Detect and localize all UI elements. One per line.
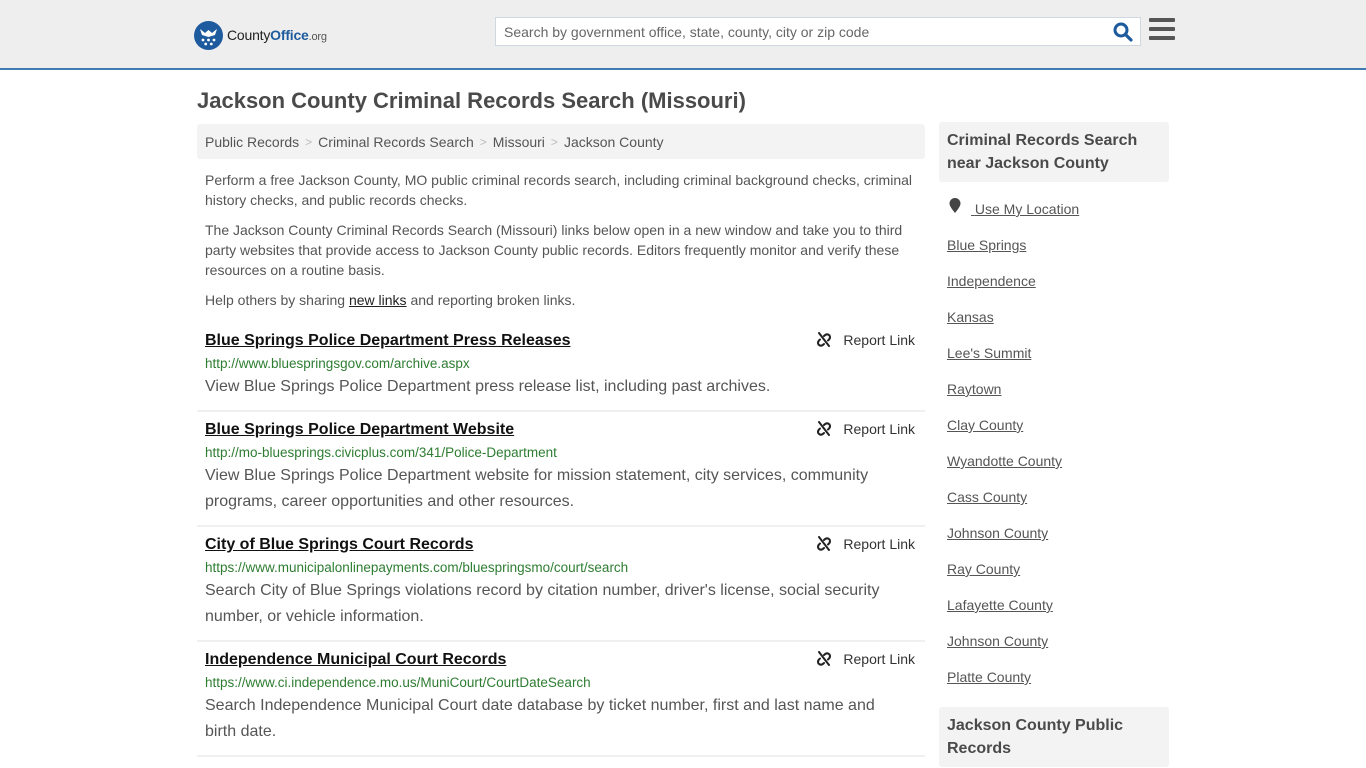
- nearby-link-lafayette-county[interactable]: Lafayette County: [947, 595, 1161, 615]
- result-item: Blue Springs Police Department Website h…: [197, 412, 925, 527]
- broken-link-icon: [817, 536, 832, 551]
- search-input[interactable]: [496, 18, 1106, 45]
- menu-icon-bar: [1149, 18, 1175, 22]
- nearby-link-johnson-county[interactable]: Johnson County: [947, 523, 1161, 543]
- nearby-link-johnson-county[interactable]: Johnson County: [947, 631, 1161, 651]
- sidebar: Criminal Records Search near Jackson Cou…: [939, 122, 1169, 767]
- breadcrumb-criminal-records-search[interactable]: Criminal Records Search: [318, 134, 474, 150]
- breadcrumb-separator-icon: >: [305, 134, 313, 149]
- nearby-link-independence[interactable]: Independence: [947, 271, 1161, 291]
- nearby-link-wyandotte-county[interactable]: Wyandotte County: [947, 451, 1161, 471]
- hamburger-menu-button[interactable]: [1149, 18, 1175, 42]
- nearby-link-kansas[interactable]: Kansas: [947, 307, 1161, 327]
- map-pin-icon: [949, 198, 961, 213]
- results-list: Blue Springs Police Department Press Rel…: [197, 323, 925, 757]
- menu-icon-bar: [1149, 27, 1175, 31]
- page-title: Jackson County Criminal Records Search (…: [197, 88, 746, 113]
- report-link-button[interactable]: Report Link: [816, 421, 915, 437]
- site-header: CountyOffice.org: [0, 0, 1366, 70]
- result-item: City of Blue Springs Court Records https…: [197, 527, 925, 642]
- breadcrumb-jackson-county[interactable]: Jackson County: [564, 134, 664, 150]
- report-link-label: Report Link: [843, 536, 915, 552]
- nearby-link-cass-county[interactable]: Cass County: [947, 487, 1161, 507]
- broken-link-icon: [817, 421, 832, 436]
- broken-link-icon: [817, 651, 832, 666]
- report-link-label: Report Link: [843, 421, 915, 437]
- menu-icon-bar: [1149, 36, 1175, 40]
- result-description: Search City of Blue Springs violations r…: [205, 582, 880, 625]
- nearby-link-raytown[interactable]: Raytown: [947, 379, 1161, 399]
- search-box: [495, 17, 1141, 46]
- result-item: Independence Municipal Court Records htt…: [197, 642, 925, 757]
- use-my-location-label: Use My Location: [974, 201, 1080, 217]
- report-link-button[interactable]: Report Link: [816, 536, 915, 552]
- result-item: Blue Springs Police Department Press Rel…: [197, 323, 925, 412]
- nearby-link-clay-county[interactable]: Clay County: [947, 415, 1161, 435]
- report-link-label: Report Link: [843, 651, 915, 667]
- result-url[interactable]: http://www.bluespringsgov.com/archive.as…: [205, 354, 917, 374]
- report-link-label: Report Link: [843, 332, 915, 348]
- search-icon: [1113, 22, 1133, 42]
- result-title-link[interactable]: City of Blue Springs Court Records: [205, 535, 917, 555]
- search-button[interactable]: [1112, 21, 1134, 43]
- breadcrumb: Public Records > Criminal Records Search…: [197, 124, 925, 159]
- result-url[interactable]: https://www.municipalonlinepayments.com/…: [205, 558, 917, 578]
- result-title-link[interactable]: Blue Springs Police Department Press Rel…: [205, 331, 917, 351]
- breadcrumb-separator-icon: >: [550, 134, 558, 149]
- result-description: View Blue Springs Police Department pres…: [205, 378, 771, 395]
- logo-text: CountyOffice.org: [227, 27, 327, 43]
- nearby-link-blue-springs[interactable]: Blue Springs: [947, 235, 1161, 255]
- help-paragraph: Help others by sharing new links and rep…: [205, 292, 576, 308]
- result-description: Search Independence Municipal Court date…: [205, 697, 875, 740]
- result-description: View Blue Springs Police Department webs…: [205, 467, 869, 510]
- nearby-heading: Criminal Records Search near Jackson Cou…: [939, 122, 1169, 182]
- nearby-link-ray-county[interactable]: Ray County: [947, 559, 1161, 579]
- broken-link-icon: [817, 332, 832, 347]
- breadcrumb-missouri[interactable]: Missouri: [493, 134, 545, 150]
- result-url[interactable]: http://mo-bluesprings.civicplus.com/341/…: [205, 443, 917, 463]
- intro-paragraph: Perform a free Jackson County, MO public…: [205, 172, 913, 208]
- nearby-list: Use My Location Blue Springs Independenc…: [939, 182, 1169, 687]
- use-my-location-link[interactable]: Use My Location: [947, 198, 1161, 219]
- site-logo[interactable]: CountyOffice.org: [194, 20, 327, 50]
- result-title-link[interactable]: Blue Springs Police Department Website: [205, 420, 917, 440]
- eagle-stars-icon: [194, 20, 223, 50]
- breadcrumb-separator-icon: >: [479, 134, 487, 149]
- nearby-link-lees-summit[interactable]: Lee's Summit: [947, 343, 1161, 363]
- report-link-button[interactable]: Report Link: [816, 332, 915, 348]
- breadcrumb-public-records[interactable]: Public Records: [205, 134, 299, 150]
- report-link-button[interactable]: Report Link: [816, 651, 915, 667]
- intro-paragraph: The Jackson County Criminal Records Sear…: [205, 222, 903, 278]
- intro-text: Perform a free Jackson County, MO public…: [205, 170, 925, 320]
- nearby-link-platte-county[interactable]: Platte County: [947, 667, 1161, 687]
- new-links-link[interactable]: new links: [349, 292, 407, 308]
- result-title-link[interactable]: Independence Municipal Court Records: [205, 650, 917, 670]
- public-records-heading: Jackson County Public Records: [939, 707, 1169, 767]
- result-url[interactable]: https://www.ci.independence.mo.us/MuniCo…: [205, 673, 917, 693]
